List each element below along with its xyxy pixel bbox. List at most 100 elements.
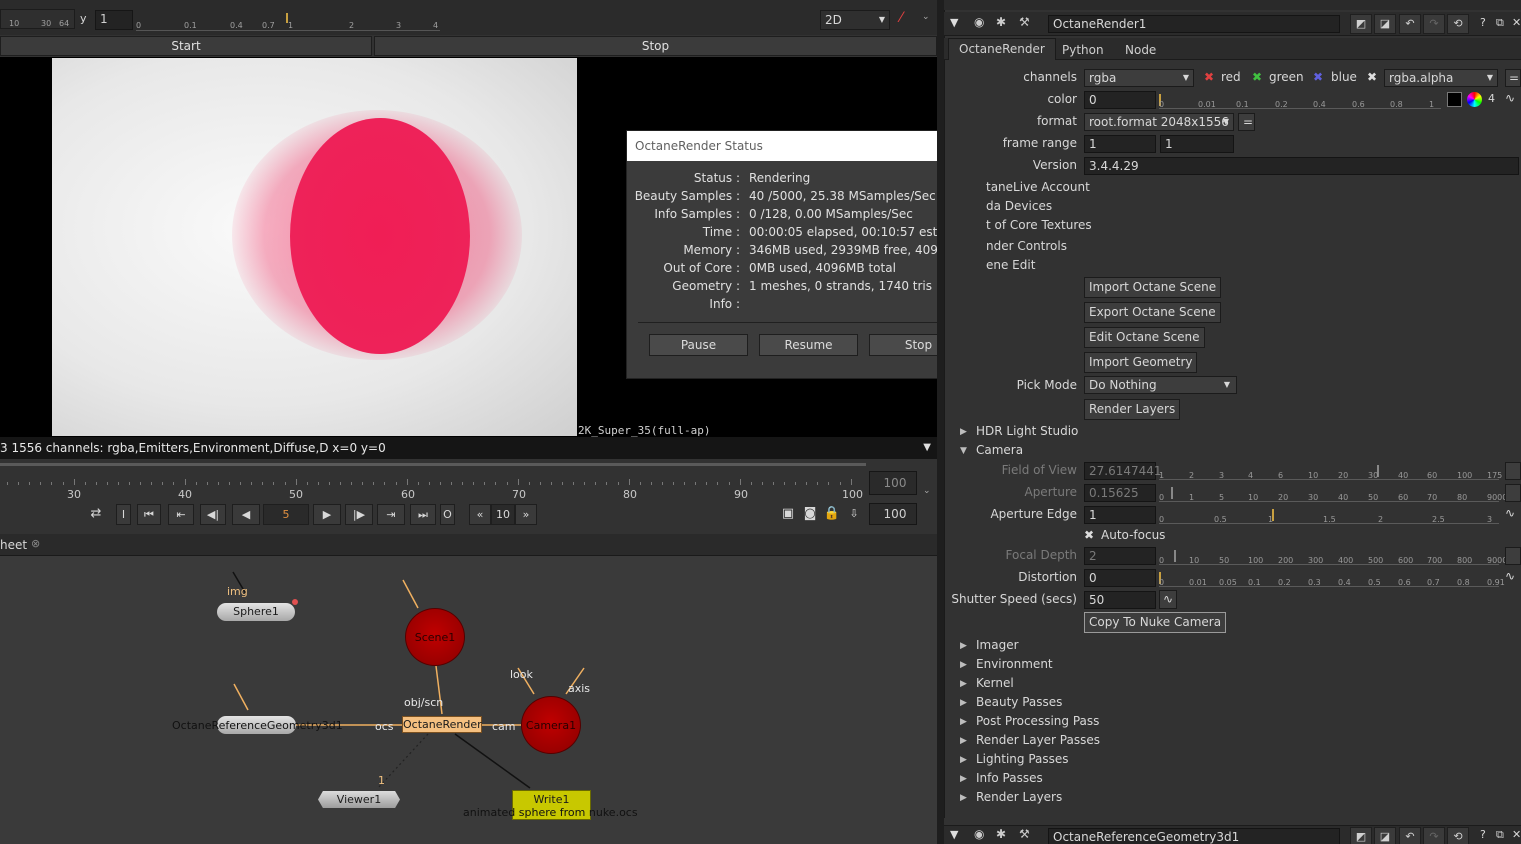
color-swatch[interactable]: [1447, 92, 1462, 107]
in-point-button[interactable]: I: [116, 504, 131, 525]
animation-curve-icon[interactable]: ∿: [1159, 590, 1177, 609]
expand-icon[interactable]: ⌄: [922, 12, 930, 22]
next-keyframe-icon[interactable]: ⇥: [377, 504, 405, 525]
close-icon[interactable]: ✕: [1512, 828, 1521, 841]
skip-forward-icon[interactable]: »: [515, 504, 537, 525]
chevron-down-icon[interactable]: ⌄: [923, 486, 931, 496]
exposure-slider[interactable]: 10 30 64: [0, 9, 75, 29]
flipbook-icon[interactable]: ▣: [779, 504, 797, 525]
group-imager[interactable]: Imager: [976, 638, 1019, 652]
frame-end-bottom[interactable]: 100: [869, 503, 917, 525]
bug-icon[interactable]: ✱: [996, 827, 1006, 841]
animation-curve-icon[interactable]: ∿: [1505, 569, 1515, 583]
loop-mode-icon[interactable]: ⇄: [85, 504, 107, 525]
focal-depth-input[interactable]: 2: [1084, 547, 1156, 565]
expand-triangle-icon[interactable]: ▶: [960, 698, 967, 708]
group-out-of-core[interactable]: t of Core Textures: [986, 218, 1092, 232]
group-environment[interactable]: Environment: [976, 657, 1053, 671]
render-layers-button[interactable]: Render Layers: [1084, 399, 1181, 420]
play-forward-icon[interactable]: ▶: [313, 504, 341, 525]
chevron-down-icon[interactable]: ▼: [923, 437, 931, 459]
color-wheel-icon[interactable]: [1467, 92, 1482, 107]
undo-icon[interactable]: ↶: [1399, 14, 1421, 34]
expand-triangle-icon[interactable]: ▶: [960, 427, 967, 437]
aperture-slider[interactable]: 0 1 5 10 20 30 40 50 60 70 80 9000: [1159, 484, 1507, 502]
prev-keyframe-icon[interactable]: ⇤: [168, 504, 194, 525]
skip-back-icon[interactable]: «: [469, 504, 491, 525]
color-input[interactable]: 0: [1084, 91, 1156, 109]
playback-speed-icon[interactable]: ⇩: [845, 504, 863, 525]
pick-mode-select[interactable]: Do Nothing ▼: [1084, 376, 1237, 394]
color-swatch-icon[interactable]: ◪: [1374, 14, 1396, 34]
close-icon[interactable]: ✕: [1512, 16, 1521, 29]
undo-icon[interactable]: ↶: [1399, 827, 1421, 844]
float-panel-icon[interactable]: ⧉: [1496, 16, 1504, 30]
collapse-icon[interactable]: ▼: [950, 16, 958, 29]
help-icon[interactable]: ?: [1480, 16, 1486, 29]
expand-triangle-icon[interactable]: ▶: [960, 660, 967, 670]
focal-depth-slider-handle[interactable]: [1174, 550, 1176, 562]
distortion-input[interactable]: 0: [1084, 569, 1156, 587]
expand-triangle-icon[interactable]: ▶: [960, 717, 967, 727]
revert-icon[interactable]: ⟲: [1447, 14, 1469, 34]
distortion-slider[interactable]: 0 0.01 0.05 0.1 0.2 0.3 0.4 0.5 0.6 0.7 0.8 0.91: [1159, 569, 1505, 587]
frame-step-input[interactable]: 10: [491, 504, 515, 525]
y-input[interactable]: 1: [95, 10, 133, 30]
group-render-layers[interactable]: Render Layers: [976, 790, 1062, 804]
red-channel-checkbox[interactable]: ✖: [1204, 70, 1214, 84]
expand-triangle-icon[interactable]: ▶: [960, 774, 967, 784]
viewer-toggle-icon[interactable]: ◉: [974, 827, 984, 841]
node-viewer[interactable]: Viewer1: [318, 791, 400, 808]
group-lighting-passes[interactable]: Lighting Passes: [976, 752, 1069, 766]
aperture-edge-input[interactable]: 1: [1084, 506, 1156, 524]
frame-end-top[interactable]: 100: [869, 471, 917, 495]
green-channel-checkbox[interactable]: ✖: [1252, 70, 1262, 84]
expand-triangle-icon[interactable]: ▶: [960, 793, 967, 803]
resume-button[interactable]: Resume: [759, 334, 858, 356]
group-kernel[interactable]: Kernel: [976, 676, 1014, 690]
alpha-channel-select[interactable]: rgba.alpha ▼: [1384, 69, 1498, 87]
wrench-icon[interactable]: ⚒: [1019, 827, 1030, 841]
revert-icon[interactable]: ⟲: [1447, 827, 1469, 844]
focal-anim-icon[interactable]: [1505, 547, 1521, 565]
alpha-channel-checkbox[interactable]: ✖: [1367, 70, 1377, 84]
shutter-speed-input[interactable]: 50: [1084, 591, 1156, 609]
tab-dopesheet[interactable]: heet: [0, 538, 27, 552]
frame-start-input[interactable]: 1: [1084, 135, 1156, 153]
step-forward-icon[interactable]: |▶: [345, 504, 373, 525]
viewer-toggle-icon[interactable]: ◉: [974, 15, 984, 29]
export-octane-scene-button[interactable]: Export Octane Scene: [1084, 302, 1221, 323]
node-sphere[interactable]: Sphere1: [217, 603, 295, 621]
expand-triangle-icon[interactable]: ▶: [960, 736, 967, 746]
group-hdr-light-studio[interactable]: HDR Light Studio: [976, 424, 1078, 438]
fov-input[interactable]: 27.6147441: [1084, 462, 1162, 480]
animation-curve-icon[interactable]: ∿: [1505, 506, 1515, 520]
blue-channel-checkbox[interactable]: ✖: [1313, 70, 1323, 84]
edit-octane-scene-button[interactable]: Edit Octane Scene: [1084, 327, 1205, 348]
color-swatch-icon[interactable]: ◪: [1374, 827, 1396, 844]
group-render-controls[interactable]: nder Controls: [986, 239, 1067, 253]
current-frame-input[interactable]: 5: [263, 504, 309, 525]
fov-anim-icon[interactable]: [1505, 462, 1521, 480]
animation-curve-icon[interactable]: ∿: [1505, 91, 1515, 105]
play-backward-icon[interactable]: ◀: [232, 504, 260, 525]
out-point-button[interactable]: O: [440, 504, 455, 525]
channels-select[interactable]: rgba ▼: [1084, 69, 1194, 87]
help-icon[interactable]: ?: [1480, 828, 1486, 841]
group-scene-edit[interactable]: ene Edit: [986, 258, 1035, 272]
node-name-input[interactable]: OctaneRender1: [1048, 15, 1340, 33]
group-beauty-passes[interactable]: Beauty Passes: [976, 695, 1062, 709]
tab-node[interactable]: Node: [1115, 40, 1166, 62]
pause-button[interactable]: Pause: [649, 334, 748, 356]
copy-to-nuke-camera-button[interactable]: Copy To Nuke Camera: [1084, 612, 1227, 633]
aperture-anim-icon[interactable]: [1505, 484, 1521, 502]
group-render-layer-passes[interactable]: Render Layer Passes: [976, 733, 1100, 747]
group-post-processing-pass[interactable]: Post Processing Pass: [976, 714, 1099, 728]
color-channel-count[interactable]: 4: [1488, 92, 1495, 105]
first-frame-icon[interactable]: ⏮: [137, 504, 161, 525]
capture-icon[interactable]: ◙: [801, 504, 819, 525]
last-frame-icon[interactable]: ⏭: [410, 504, 436, 525]
group-octanelive-account[interactable]: taneLive Account: [986, 180, 1090, 194]
aperture-slider-handle[interactable]: [1171, 487, 1173, 499]
color-slider[interactable]: 0 0.01 0.1 0.2 0.4 0.6 0.8 1: [1159, 91, 1441, 109]
